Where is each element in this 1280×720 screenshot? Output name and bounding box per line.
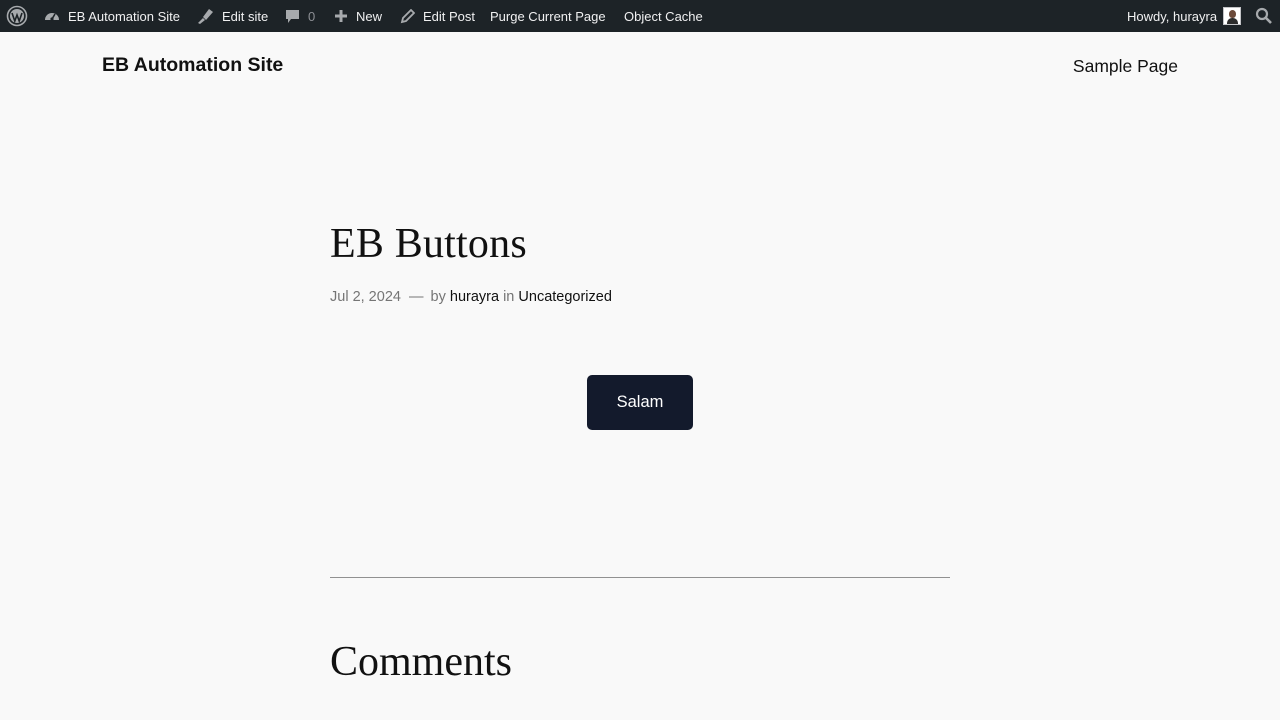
post-meta: Jul 2, 2024 — by hurayra in Uncategorize… bbox=[330, 289, 612, 305]
comment-icon bbox=[285, 9, 300, 24]
edit-post-menu[interactable]: Edit Post bbox=[400, 0, 475, 32]
meta-by: by bbox=[430, 289, 446, 305]
edit-site-menu[interactable]: Edit site bbox=[196, 0, 268, 32]
comments-count: 0 bbox=[308, 8, 316, 24]
comments-heading: Comments bbox=[330, 639, 513, 685]
avatar bbox=[1223, 7, 1242, 25]
admin-bar: EB Automation Site Edit site 0 New Edit … bbox=[0, 0, 1280, 32]
separator bbox=[330, 577, 950, 578]
salam-button[interactable]: Salam bbox=[587, 375, 693, 430]
plus-icon bbox=[334, 9, 348, 23]
post-author[interactable]: hurayra bbox=[450, 289, 499, 305]
wordpress-logo-menu[interactable] bbox=[6, 0, 28, 32]
pencil-icon bbox=[400, 8, 415, 24]
object-cache-label: Object Cache bbox=[624, 8, 703, 24]
meta-in: in bbox=[503, 289, 515, 305]
new-content-menu[interactable]: New bbox=[334, 0, 382, 32]
post-category[interactable]: Uncategorized bbox=[518, 289, 612, 305]
site-title[interactable]: EB Automation Site bbox=[102, 54, 283, 77]
nav-item-sample-page[interactable]: Sample Page bbox=[1073, 56, 1178, 77]
site-name-label: EB Automation Site bbox=[68, 8, 181, 24]
purge-current-page-menu[interactable]: Purge Current Page bbox=[490, 0, 606, 32]
my-account-menu[interactable]: Howdy, hurayra bbox=[1127, 0, 1242, 32]
object-cache-menu[interactable]: Object Cache bbox=[624, 0, 703, 32]
search-icon bbox=[1255, 7, 1273, 25]
purge-label: Purge Current Page bbox=[490, 8, 606, 24]
meta-dash: — bbox=[408, 289, 424, 305]
comments-menu[interactable]: 0 bbox=[285, 0, 315, 32]
howdy-label: Howdy, hurayra bbox=[1127, 8, 1218, 24]
admin-search-button[interactable] bbox=[1255, 0, 1273, 32]
site-name-menu[interactable]: EB Automation Site bbox=[44, 0, 180, 32]
post-title: EB Buttons bbox=[330, 221, 527, 267]
post-date[interactable]: Jul 2, 2024 bbox=[330, 289, 401, 305]
dashboard-icon bbox=[44, 8, 60, 24]
new-label: New bbox=[356, 8, 383, 24]
edit-site-label: Edit site bbox=[222, 8, 269, 24]
edit-post-label: Edit Post bbox=[423, 8, 476, 24]
wordpress-logo-icon bbox=[6, 5, 28, 27]
brush-icon bbox=[196, 7, 214, 25]
